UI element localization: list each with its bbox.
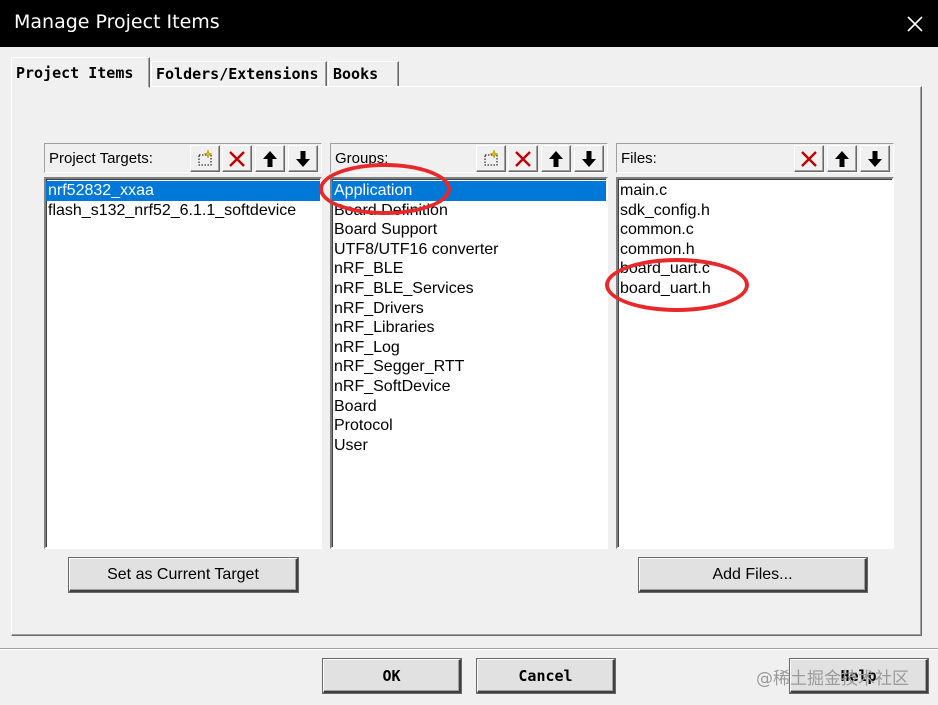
group-item[interactable]: User (332, 436, 606, 456)
delete-icon (515, 150, 531, 167)
groups-title: Groups: (335, 150, 389, 167)
group-item[interactable]: nRF_Drivers (332, 299, 606, 319)
group-item[interactable]: nRF_Segger_RTT (332, 357, 606, 377)
arrow-up-icon (835, 150, 849, 167)
files-list[interactable]: main.c sdk_config.h common.c common.h bo… (616, 177, 894, 549)
targets-move-down-button[interactable] (288, 145, 318, 172)
arrow-down-icon (868, 150, 882, 167)
group-item[interactable]: nRF_Log (332, 338, 606, 358)
target-item[interactable]: nrf52832_xxaa (46, 181, 320, 201)
delete-icon (801, 150, 817, 167)
group-item[interactable]: nRF_BLE_Services (332, 279, 606, 299)
new-item-icon (484, 148, 499, 165)
group-item[interactable]: nRF_Libraries (332, 318, 606, 338)
title-bar: Manage Project Items (0, 0, 938, 47)
tab-project-items[interactable]: Project Items (11, 57, 150, 88)
window-title: Manage Project Items (14, 11, 220, 33)
groups-list[interactable]: Application Board Definition Board Suppo… (330, 177, 608, 549)
group-item[interactable]: Application (332, 181, 606, 201)
group-item[interactable]: nRF_SoftDevice (332, 377, 606, 397)
files-delete-button[interactable] (794, 145, 824, 172)
tab-books[interactable]: Books (328, 61, 399, 86)
file-item[interactable]: common.h (618, 240, 892, 260)
file-item[interactable]: common.c (618, 220, 892, 240)
files-title: Files: (621, 150, 657, 167)
targets-title: Project Targets: (49, 150, 153, 167)
arrow-up-icon (549, 150, 563, 167)
footer-separator (0, 648, 938, 650)
group-item[interactable]: Board Definition (332, 201, 606, 221)
targets-header: Project Targets: (44, 143, 322, 173)
new-item-icon (198, 148, 213, 165)
group-item[interactable]: Board Support (332, 220, 606, 240)
close-button[interactable] (892, 0, 938, 47)
group-item[interactable]: nRF_BLE (332, 259, 606, 279)
targets-delete-button[interactable] (222, 145, 252, 172)
manage-project-items-dialog: Manage Project Items Project Items Folde… (0, 0, 938, 705)
file-item[interactable]: board_uart.c (618, 259, 892, 279)
file-item[interactable]: main.c (618, 181, 892, 201)
target-item[interactable]: flash_s132_nrf52_6.1.1_softdevice (46, 201, 320, 221)
files-move-up-button[interactable] (827, 145, 857, 172)
groups-move-down-button[interactable] (574, 145, 604, 172)
add-files-button[interactable]: Add Files... (639, 558, 867, 592)
tab-folders-extensions[interactable]: Folders/Extensions (151, 61, 327, 86)
group-item[interactable]: Protocol (332, 416, 606, 436)
help-button[interactable]: Help (790, 659, 928, 693)
targets-list[interactable]: nrf52832_xxaa flash_s132_nrf52_6.1.1_sof… (44, 177, 322, 549)
close-icon (907, 15, 923, 32)
file-item[interactable]: sdk_config.h (618, 201, 892, 221)
ok-button[interactable]: OK (323, 659, 461, 693)
groups-new-button[interactable] (476, 145, 506, 172)
arrow-down-icon (582, 150, 596, 167)
groups-delete-button[interactable] (508, 145, 538, 172)
group-item[interactable]: Board (332, 397, 606, 417)
file-item[interactable]: board_uart.h (618, 279, 892, 299)
files-move-down-button[interactable] (860, 145, 890, 172)
arrow-up-icon (263, 150, 277, 167)
targets-move-up-button[interactable] (255, 145, 285, 172)
groups-header: Groups: (330, 143, 608, 173)
arrow-down-icon (296, 150, 310, 167)
set-current-target-button[interactable]: Set as Current Target (69, 558, 298, 592)
targets-new-button[interactable] (190, 145, 220, 172)
groups-move-up-button[interactable] (541, 145, 571, 172)
files-header: Files: (616, 143, 894, 173)
delete-icon (229, 150, 245, 167)
cancel-button[interactable]: Cancel (477, 659, 615, 693)
group-item[interactable]: UTF8/UTF16 converter (332, 240, 606, 260)
tab-strip: Project Items Folders/Extensions Books (11, 57, 911, 88)
